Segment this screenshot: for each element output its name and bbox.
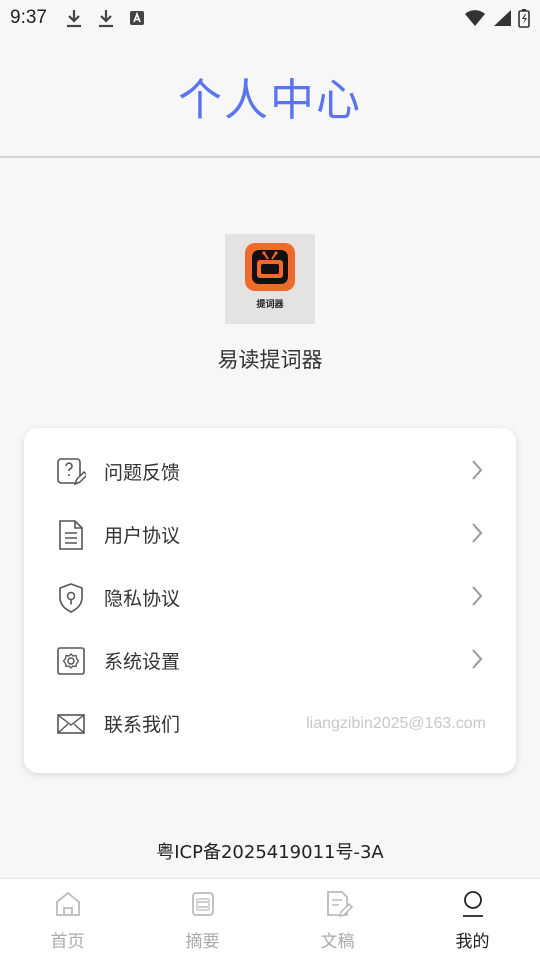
- status-bar: 9:37: [0, 0, 540, 36]
- menu-label: 用户协议: [104, 525, 181, 547]
- nav-label: 摘要: [185, 932, 220, 952]
- wifi-icon: [464, 9, 486, 27]
- battery-icon: [518, 8, 530, 28]
- logo-caption: 提词器: [256, 299, 284, 310]
- menu-item-contact[interactable]: 联系我们 liangzibin2025@163.com: [24, 692, 516, 755]
- home-icon: [53, 889, 83, 923]
- menu-label: 隐私协议: [104, 588, 181, 610]
- app-logo: 提词器: [225, 234, 315, 324]
- header: 个人中心: [0, 36, 540, 158]
- download-icon: [97, 8, 115, 28]
- font-a-icon: [129, 10, 145, 26]
- icp-record[interactable]: 粤ICP备2025419011号-3A: [0, 838, 540, 864]
- status-time: 9:37: [10, 7, 47, 28]
- page-title: 个人中心: [178, 75, 362, 126]
- draft-icon: [323, 889, 353, 923]
- menu-item-settings[interactable]: 系统设置: [24, 629, 516, 692]
- chevron-right-icon: [470, 522, 484, 548]
- chevron-right-icon: [470, 648, 484, 674]
- mail-icon: [56, 708, 86, 740]
- nav-label: 文稿: [320, 932, 355, 952]
- menu-item-feedback[interactable]: 问题反馈: [24, 440, 516, 503]
- signal-icon: [492, 9, 512, 27]
- menu-label: 问题反馈: [104, 462, 181, 484]
- nav-label: 首页: [50, 932, 85, 952]
- nav-home[interactable]: 首页: [0, 879, 135, 960]
- menu-card: 问题反馈 用户协议 隐私协议 系统设置 联系我们 liangzibin2025@…: [24, 428, 516, 773]
- summary-icon: [188, 889, 218, 923]
- chevron-right-icon: [470, 459, 484, 485]
- document-icon: [56, 519, 86, 551]
- shield-icon: [56, 582, 86, 614]
- menu-label: 联系我们: [104, 714, 181, 736]
- tv-icon: [245, 242, 295, 291]
- feedback-icon: [56, 456, 86, 488]
- download-icon: [65, 8, 83, 28]
- bottom-nav: 首页 摘要 文稿 我的: [0, 878, 540, 960]
- contact-email[interactable]: liangzibin2025@163.com: [306, 715, 486, 733]
- nav-draft[interactable]: 文稿: [270, 879, 405, 960]
- menu-label: 系统设置: [104, 651, 181, 673]
- menu-item-user-agreement[interactable]: 用户协议: [24, 503, 516, 566]
- nav-label: 我的: [455, 932, 490, 952]
- settings-icon: [56, 645, 86, 677]
- nav-summary[interactable]: 摘要: [135, 879, 270, 960]
- nav-mine[interactable]: 我的: [405, 879, 540, 960]
- user-icon: [458, 889, 488, 923]
- menu-item-privacy[interactable]: 隐私协议: [24, 566, 516, 629]
- chevron-right-icon: [470, 585, 484, 611]
- app-name: 易读提词器: [217, 348, 323, 372]
